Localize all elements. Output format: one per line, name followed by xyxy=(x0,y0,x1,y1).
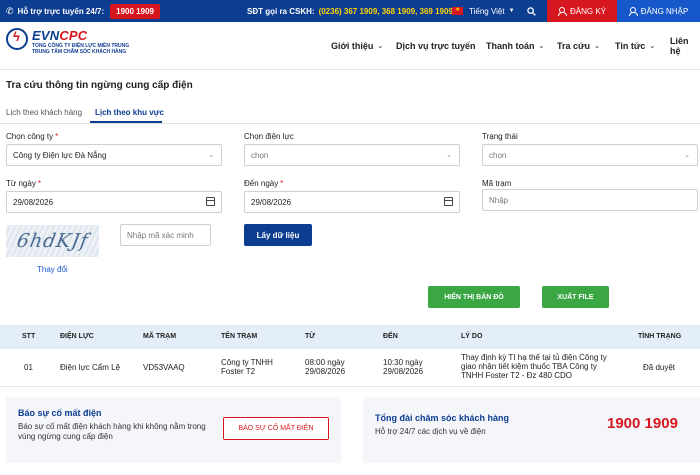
cskh-label: SĐT gọi ra CSKH: xyxy=(247,6,315,16)
user-icon xyxy=(557,7,567,16)
company-label: Chọn công ty * xyxy=(6,132,59,141)
page-title: Tra cứu thông tin ngừng cung cấp điện xyxy=(6,80,193,91)
company-select[interactable]: Công ty Điện lực Đà Nẵng ⌄ xyxy=(6,144,222,166)
branch-select[interactable]: chọn ⌄ xyxy=(244,144,460,166)
branch-label: Chọn điện lực xyxy=(244,132,294,141)
tab-by-customer[interactable]: Lịch theo khách hàng xyxy=(6,108,82,117)
hotline: ✆ Hỗ trợ trực tuyến 24/7: 1900 1909 xyxy=(0,3,160,19)
table-row: 01 Điện lực Cẩm Lệ VD53VAAQ Công ty TNHH… xyxy=(0,349,700,387)
register-button[interactable]: ĐĂNG KÝ xyxy=(547,0,617,22)
show-map-button[interactable]: HIỂN THỊ BẢN ĐỒ xyxy=(428,286,520,308)
cell-from: 08:00 ngày 29/08/2026 xyxy=(305,358,346,376)
status-select[interactable]: chọn ⌄ xyxy=(482,144,698,166)
top-bar: ✆ Hỗ trợ trực tuyến 24/7: 1900 1909 SĐT … xyxy=(0,0,700,22)
calendar-icon[interactable] xyxy=(444,197,453,206)
station-code-label: Mã trạm xyxy=(482,179,512,188)
chevron-down-icon: ⌄ xyxy=(649,43,656,50)
cskh-numbers: (0236) 367 1909, 368 1909, 369 1909 xyxy=(318,6,453,16)
tab-by-area[interactable]: Lịch theo khu vực xyxy=(95,108,164,117)
nav-item-lien-he[interactable]: Liên hệ xyxy=(670,22,700,70)
register-label: ĐĂNG KÝ xyxy=(569,6,606,16)
col-station-code: MÃ TRẠM xyxy=(143,333,177,340)
station-code-input[interactable]: Nhập xyxy=(482,189,698,211)
report-outage-button[interactable]: BÁO SỰ CỐ MẤT ĐIỆN xyxy=(223,417,329,440)
chevron-down-icon: ⌄ xyxy=(684,152,690,159)
active-tab-indicator xyxy=(90,121,162,123)
col-from: TỪ xyxy=(305,333,316,340)
support-phone[interactable]: 1900 1909 xyxy=(607,415,678,432)
chevron-down-icon: ⌄ xyxy=(208,152,214,159)
col-to: ĐẾN xyxy=(383,333,398,340)
from-date-label: Từ ngày * xyxy=(6,179,41,188)
user-icon xyxy=(628,7,638,16)
nav-item-tin-tuc[interactable]: Tin tức ⌄ xyxy=(615,22,655,70)
col-branch: ĐIỆN LỰC xyxy=(60,333,94,340)
hotline-number-badge[interactable]: 1900 1909 xyxy=(110,3,160,19)
col-status: TÌNH TRẠNG xyxy=(638,333,682,340)
chevron-down-icon: ▼ xyxy=(508,8,515,14)
cell-stt: 01 xyxy=(24,363,33,372)
export-file-button[interactable]: XUẤT FILE xyxy=(542,286,609,308)
cell-status: Đã duyệt xyxy=(643,363,676,372)
chevron-down-icon: ⌄ xyxy=(594,43,600,50)
hotline-label: Hỗ trợ trực tuyến 24/7: xyxy=(17,6,105,16)
nav-item-thanh-toan[interactable]: Thanh toán ⌄ xyxy=(486,22,544,70)
from-date-input[interactable]: 29/08/2026 xyxy=(6,191,222,213)
language-label: Tiếng Việt xyxy=(469,6,505,16)
status-label: Trạng thái xyxy=(482,132,518,141)
search-icon[interactable] xyxy=(527,0,536,22)
chevron-down-icon: ⌄ xyxy=(538,43,545,50)
cell-to: 10:30 ngày 29/08/2026 xyxy=(383,358,424,376)
to-date-label: Đến ngày * xyxy=(244,179,284,188)
logo-brand: EVNCPC xyxy=(32,28,88,43)
phone-icon: ✆ xyxy=(6,5,14,16)
lightning-icon xyxy=(6,28,28,50)
evncpc-logo[interactable]: EVNCPC TỔNG CÔNG TY ĐIỆN LỰC MIỀN TRUNG … xyxy=(6,28,129,55)
captcha-refresh-link[interactable]: Thay đổi xyxy=(37,265,68,274)
cell-reason: Thay định kỳ TI hạ thế tại tủ điện Công … xyxy=(461,353,607,380)
captcha-input[interactable]: Nhập mã xác minh xyxy=(120,224,211,246)
schedule-tabs: Lịch theo khách hàng Lịch theo khu vực xyxy=(0,100,700,124)
captcha-image: 6hdKJf xyxy=(6,225,99,257)
support-desc: Hỗ trợ 24/7 các dịch vụ về điện xyxy=(375,427,486,436)
nav-item-dich-vu[interactable]: Dịch vụ trực tuyến xyxy=(396,22,476,70)
logo-subtitle-2: TRUNG TÂM CHĂM SÓC KHÁCH HÀNG xyxy=(32,49,127,55)
chevron-down-icon: ⌄ xyxy=(377,43,384,50)
cell-station-code: VD53VAAQ xyxy=(143,363,185,372)
main-header: EVNCPC TỔNG CÔNG TY ĐIỆN LỰC MIỀN TRUNG … xyxy=(0,22,700,70)
fetch-data-button[interactable]: Lấy dữ liệu xyxy=(244,224,312,246)
calendar-icon[interactable] xyxy=(206,197,215,206)
col-reason: LÝ DO xyxy=(461,333,483,340)
cell-branch: Điện lực Cẩm Lệ xyxy=(60,363,121,372)
nav-item-tra-cuu[interactable]: Tra cứu ⌄ xyxy=(557,22,600,70)
language-selector[interactable]: Tiếng Việt ▼ xyxy=(452,0,515,22)
login-button[interactable]: ĐĂNG NHẬP xyxy=(617,0,700,22)
chevron-down-icon: ⌄ xyxy=(446,152,452,159)
col-station-name: TÊN TRẠM xyxy=(221,333,258,340)
cskh-phones: SĐT gọi ra CSKH: (0236) 367 1909, 368 19… xyxy=(247,0,453,22)
report-outage-title: Báo sự cố mất điện xyxy=(18,408,102,418)
vietnam-flag-icon xyxy=(452,6,463,15)
nav-item-gioi-thieu[interactable]: Giới thiệu ⌄ xyxy=(331,22,383,70)
support-title: Tổng đài chăm sóc khách hàng xyxy=(375,413,510,423)
login-label: ĐĂNG NHẬP xyxy=(640,6,689,16)
to-date-input[interactable]: 29/08/2026 xyxy=(244,191,460,213)
cell-station-name: Công ty TNHH Foster T2 xyxy=(221,358,273,376)
table-header: STT ĐIỆN LỰC MÃ TRẠM TÊN TRẠM TỪ ĐẾN LÝ … xyxy=(0,325,700,349)
col-stt: STT xyxy=(22,333,36,340)
report-outage-desc: Báo sự cố mất điện khách hàng khi không … xyxy=(18,422,206,441)
